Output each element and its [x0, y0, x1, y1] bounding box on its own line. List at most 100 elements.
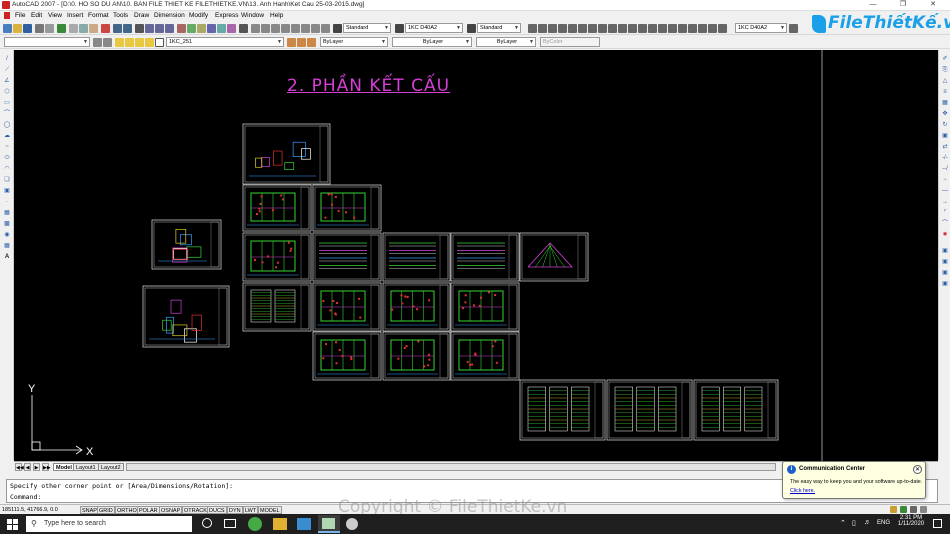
lineweight-select[interactable]: ByLayer ▼: [476, 37, 536, 47]
break-icon[interactable]: —: [941, 188, 949, 195]
open-icon[interactable]: [13, 24, 22, 33]
break-at-point-icon[interactable]: −: [941, 177, 949, 184]
inspect-icon[interactable]: [678, 24, 687, 33]
layer-previous-icon[interactable]: [297, 38, 306, 47]
menu-modify[interactable]: Modify: [189, 12, 208, 19]
layer-lock-icon[interactable]: [135, 38, 144, 47]
move-icon[interactable]: ✥: [941, 111, 949, 118]
lwt-toggle[interactable]: LWT: [243, 506, 259, 514]
menu-tools[interactable]: Tools: [113, 12, 128, 19]
stretch-icon[interactable]: ⇄: [941, 144, 949, 151]
dim-style-manager-icon[interactable]: [789, 24, 798, 33]
popup-link[interactable]: Click here.: [790, 488, 815, 494]
erase-icon[interactable]: ✐: [941, 56, 949, 63]
draw-order-icon[interactable]: ▣: [941, 248, 949, 255]
dim-jogged-icon[interactable]: [578, 24, 587, 33]
clean-screen-icon[interactable]: [920, 506, 927, 513]
task-view-icon[interactable]: [224, 519, 236, 528]
undo-icon[interactable]: [113, 24, 122, 33]
grid-toggle[interactable]: GRID: [97, 506, 115, 514]
gradient-icon[interactable]: ▩: [3, 221, 11, 228]
plot-icon[interactable]: [35, 24, 44, 33]
spline-icon[interactable]: ~: [3, 144, 11, 151]
last-tab-icon[interactable]: ▶▶: [42, 463, 51, 471]
zoom-previous-icon[interactable]: [165, 24, 174, 33]
comm-center-icon[interactable]: [900, 506, 907, 513]
misc-tool-icon[interactable]: [271, 24, 280, 33]
document-icon[interactable]: [4, 12, 10, 19]
workspace-select[interactable]: ▼: [4, 37, 90, 47]
next-tab-icon[interactable]: ▶: [33, 463, 40, 471]
make-block-icon[interactable]: ▣: [3, 188, 11, 195]
zoom-realtime-icon[interactable]: [145, 24, 154, 33]
model-toggle[interactable]: MODEL: [258, 506, 282, 514]
polygon-icon[interactable]: ⬡: [3, 89, 11, 96]
mirror-icon[interactable]: △: [941, 78, 949, 85]
zoom-window-icon[interactable]: [155, 24, 164, 33]
markup-icon[interactable]: [217, 24, 226, 33]
dim-radius-icon[interactable]: [568, 24, 577, 33]
menu-dimension[interactable]: Dimension: [154, 12, 185, 19]
cortana-icon[interactable]: [202, 518, 212, 528]
layer-manager-icon[interactable]: [103, 38, 112, 47]
paste-icon[interactable]: [89, 24, 98, 33]
layer-sun-icon[interactable]: [145, 38, 154, 47]
drawing-canvas[interactable]: YX 2. PHẦN KẾT CẤU: [14, 50, 938, 461]
rotate-icon[interactable]: ↻: [941, 122, 949, 129]
fillet-icon[interactable]: ⌒: [941, 221, 949, 228]
layer-select[interactable]: 1KC_251 ▼: [166, 37, 284, 47]
ellipse-icon[interactable]: ⬭: [3, 155, 11, 162]
dim-space-icon[interactable]: [638, 24, 647, 33]
trim-icon[interactable]: -/-: [941, 155, 949, 162]
app-icon[interactable]: [346, 518, 358, 530]
notifications-icon[interactable]: [933, 519, 942, 528]
dim-break-icon[interactable]: [648, 24, 657, 33]
mleader-style-select[interactable]: 1KC D40A2 ▼: [735, 23, 787, 33]
coordinates-readout[interactable]: 185111.5, 41766.9, 0.0: [1, 506, 59, 514]
menu-help[interactable]: Help: [270, 12, 283, 19]
tab-layout1[interactable]: Layout1: [73, 463, 99, 471]
dim-continue-icon[interactable]: [628, 24, 637, 33]
design-center-icon[interactable]: [187, 24, 196, 33]
network-icon[interactable]: ▯: [852, 519, 856, 527]
ellipse-arc-icon[interactable]: ◠: [3, 166, 11, 173]
multiline-text-icon[interactable]: A: [3, 254, 11, 261]
layer-on-icon[interactable]: [115, 38, 124, 47]
menu-insert[interactable]: Insert: [67, 12, 83, 19]
first-tab-icon[interactable]: ◀◀: [15, 463, 24, 471]
scale-icon[interactable]: ▣: [941, 133, 949, 140]
tab-layout2[interactable]: Layout2: [98, 463, 124, 471]
menu-window[interactable]: Window: [241, 12, 264, 19]
misc-tool-icon[interactable]: [311, 24, 320, 33]
misc-tool-icon[interactable]: [281, 24, 290, 33]
point-icon[interactable]: ·: [3, 199, 11, 206]
windows-start-icon[interactable]: [7, 519, 18, 530]
explode-icon[interactable]: ✸: [941, 232, 949, 239]
dyn-toggle[interactable]: DYN: [227, 506, 243, 514]
pan-icon[interactable]: [135, 24, 144, 33]
tab-model[interactable]: Model: [53, 463, 75, 471]
join-icon[interactable]: →: [941, 199, 949, 206]
jogged-linear-icon[interactable]: [688, 24, 697, 33]
copy-icon[interactable]: [79, 24, 88, 33]
dim-aligned-icon[interactable]: [538, 24, 547, 33]
quickcalc-icon[interactable]: [227, 24, 236, 33]
dim-ordinate-icon[interactable]: [558, 24, 567, 33]
otrack-toggle[interactable]: OTRACK: [182, 506, 209, 514]
color-select[interactable]: ByLayer ▼: [320, 37, 388, 47]
insert-block-icon[interactable]: ❏: [3, 177, 11, 184]
line-icon[interactable]: /: [3, 56, 11, 63]
taskbar-search-input[interactable]: ⚲ Type here to search: [26, 516, 192, 532]
copy-object-icon[interactable]: ⎘: [941, 67, 949, 74]
tray-settings-icon[interactable]: [910, 506, 917, 513]
language-indicator[interactable]: ENG: [877, 520, 890, 526]
menu-express[interactable]: Express: [215, 12, 238, 19]
tray-chevron-icon[interactable]: ⌃: [840, 519, 846, 527]
properties-icon[interactable]: [177, 24, 186, 33]
autocad-app-icon[interactable]: [2, 1, 10, 9]
region-icon[interactable]: ◉: [3, 232, 11, 239]
dim-diameter-icon[interactable]: [588, 24, 597, 33]
autocad-taskbar-button[interactable]: [318, 515, 340, 533]
chamfer-icon[interactable]: ⌜: [941, 210, 949, 217]
text-front-icon[interactable]: ▣: [941, 281, 949, 288]
